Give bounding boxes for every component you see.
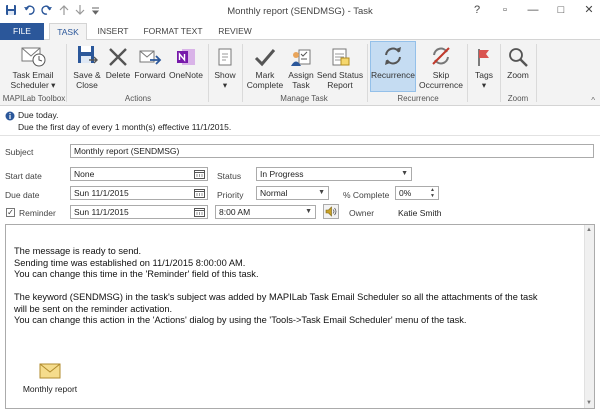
- mark-complete-button[interactable]: Mark Complete: [246, 42, 284, 90]
- collapse-ribbon-button[interactable]: ^: [591, 96, 595, 105]
- envelope-icon: [39, 363, 61, 379]
- task-email-scheduler-button[interactable]: Task Email Scheduler ▾: [4, 42, 62, 90]
- tab-review[interactable]: REVIEW: [213, 23, 257, 40]
- subject-label: Subject: [5, 147, 34, 157]
- minimize-button[interactable]: —: [526, 4, 540, 16]
- recurrence-icon: [385, 47, 401, 65]
- status-select[interactable]: In Progress ▼: [256, 167, 412, 181]
- speaker-icon: [325, 206, 337, 217]
- assign-person-icon: [291, 49, 311, 66]
- delete-button[interactable]: Delete: [104, 42, 132, 80]
- vertical-scrollbar[interactable]: ▲ ▼: [584, 225, 594, 408]
- owner-label: Owner: [349, 208, 375, 218]
- group-manage-task-label: Manage Task: [280, 94, 328, 103]
- owner-value: Katie Smith: [398, 208, 442, 218]
- chevron-down-icon: ▼: [318, 189, 325, 196]
- attachment[interactable]: Monthly report: [18, 363, 82, 394]
- chevron-down-icon: ▼: [305, 208, 312, 215]
- tab-format-text[interactable]: FORMAT TEXT: [138, 23, 208, 40]
- onenote-icon: [177, 49, 195, 65]
- reminder-time-select[interactable]: 8:00 AM ▼: [215, 205, 316, 219]
- reminder-checkbox[interactable]: ✓: [6, 208, 15, 217]
- tags-button[interactable]: Tags ▾: [470, 42, 498, 90]
- status-report-icon: [332, 48, 350, 66]
- reminder-date-input[interactable]: Sun 11/1/2015: [70, 205, 208, 219]
- delete-x-icon: [109, 48, 127, 66]
- save-close-button[interactable]: Save & Close: [70, 42, 104, 90]
- task-body-text[interactable]: The message is ready to send. Sending ti…: [14, 246, 584, 327]
- onenote-button[interactable]: OneNote: [168, 42, 204, 80]
- group-zoom-label: Zoom: [507, 94, 529, 103]
- close-button[interactable]: ✕: [582, 3, 596, 16]
- show-button[interactable]: Show ▾: [212, 42, 238, 90]
- ribbon-display-button[interactable]: ▫: [498, 4, 512, 16]
- tab-task[interactable]: TASK: [49, 23, 87, 41]
- envelope-clock-icon: [21, 47, 46, 67]
- due-date-input[interactable]: Sun 11/1/2015: [70, 186, 208, 200]
- recurrence-info-text: Due the first day of every 1 month(s) ef…: [18, 122, 232, 132]
- zoom-button[interactable]: Zoom: [503, 42, 533, 80]
- calendar-icon[interactable]: [194, 169, 205, 182]
- show-page-icon: [218, 48, 232, 66]
- recurrence-button[interactable]: Recurrence: [370, 41, 416, 92]
- forward-arrow-icon: [139, 50, 162, 65]
- send-status-report-button[interactable]: Send Status Report: [316, 42, 364, 90]
- task-body[interactable]: The message is ready to send. Sending ti…: [5, 224, 595, 409]
- start-date-input[interactable]: None: [70, 167, 208, 181]
- ribbon: Task Email Scheduler ▾ Save & Close Dele…: [0, 40, 600, 106]
- forward-button[interactable]: Forward: [134, 42, 166, 80]
- ribbon-tabs: FILE TASK INSERT FORMAT TEXT REVIEW: [0, 23, 600, 41]
- group-mapilab-label: MAPILab Toolbox: [2, 94, 66, 103]
- save-close-icon: [78, 46, 98, 64]
- help-button[interactable]: ?: [470, 4, 484, 16]
- assign-task-button[interactable]: Assign Task: [286, 42, 316, 90]
- due-info-text: Due today.: [18, 110, 59, 120]
- scroll-down-icon[interactable]: ▼: [586, 400, 592, 406]
- status-label: Status: [217, 171, 242, 181]
- reminder-sound-button[interactable]: [323, 204, 339, 219]
- calendar-icon[interactable]: [194, 188, 205, 201]
- flag-icon: [478, 49, 489, 66]
- title-bar: Monthly report (SENDMSG) - Task ? ▫ — □ …: [0, 0, 600, 23]
- calendar-icon[interactable]: [194, 207, 205, 220]
- due-date-label: Due date: [5, 190, 40, 200]
- skip-occurrence-icon: [432, 47, 450, 65]
- chevron-down-icon: ▼: [401, 170, 408, 177]
- group-actions-label: Actions: [124, 94, 152, 103]
- magnifier-icon: [509, 48, 528, 67]
- stepper-arrows-icon[interactable]: ▲ ▼: [430, 187, 435, 199]
- subject-input[interactable]: Monthly report (SENDMSG): [70, 144, 594, 158]
- attachment-name: Monthly report: [22, 384, 78, 394]
- reminder-label: Reminder: [19, 208, 56, 218]
- scroll-up-icon[interactable]: ▲: [586, 227, 592, 233]
- info-bar: Due today. Due the first day of every 1 …: [0, 107, 600, 136]
- percent-complete-label: % Complete: [343, 190, 390, 200]
- start-date-label: Start date: [5, 171, 42, 181]
- priority-label: Priority: [217, 190, 244, 200]
- body-paragraph: The message is ready to send. Sending ti…: [14, 246, 259, 279]
- percent-complete-stepper[interactable]: 0% ▲ ▼: [395, 186, 439, 200]
- maximize-button[interactable]: □: [554, 4, 568, 16]
- info-icon: [5, 111, 15, 123]
- skip-occurrence-button[interactable]: Skip Occurrence: [418, 42, 464, 90]
- checkmark-icon: [254, 49, 276, 67]
- body-paragraph: The keyword (SENDMSG) in the task's subj…: [14, 292, 538, 325]
- tab-file[interactable]: FILE: [0, 23, 44, 40]
- priority-select[interactable]: Normal ▼: [256, 186, 329, 200]
- tab-insert[interactable]: INSERT: [93, 23, 133, 40]
- group-recurrence-label: Recurrence: [397, 94, 439, 103]
